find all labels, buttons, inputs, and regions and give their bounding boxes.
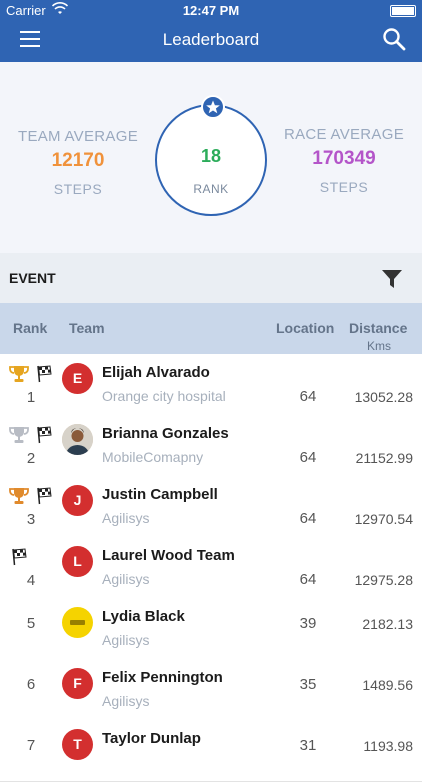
location-value: 35 bbox=[299, 676, 317, 693]
stats-summary: TEAM AVERAGE 12170 STEPS 18 RANK RACE AV… bbox=[0, 62, 422, 253]
team-organization: Agilisys bbox=[102, 571, 150, 587]
avatar-photo bbox=[62, 424, 93, 455]
battery-icon bbox=[390, 5, 416, 17]
silver-trophy-icon bbox=[9, 427, 29, 443]
distance-value: 1489.56 bbox=[362, 677, 413, 693]
location-value: 64 bbox=[299, 388, 317, 405]
clock: 12:47 PM bbox=[182, 3, 240, 18]
table-row[interactable]: 4 L Laurel Wood Team Agilisys 64 12975.2… bbox=[0, 537, 422, 599]
location-column-header: Location bbox=[276, 320, 335, 336]
location-value: 39 bbox=[299, 615, 317, 632]
team-name: Lydia Black bbox=[102, 608, 185, 625]
team-organization: Agilisys bbox=[102, 693, 150, 709]
location-value: 64 bbox=[299, 571, 317, 588]
bronze-trophy-icon bbox=[9, 488, 29, 504]
rank-label: RANK bbox=[193, 182, 229, 196]
distance-value: 21152.99 bbox=[355, 450, 413, 466]
team-average-unit: STEPS bbox=[53, 181, 103, 197]
distance-value: 13052.28 bbox=[354, 389, 413, 405]
table-row[interactable]: 1 E Elijah Alvarado Orange city hospital… bbox=[0, 354, 422, 416]
distance-value: 12970.54 bbox=[354, 511, 413, 527]
row-rank: 2 bbox=[26, 450, 36, 467]
row-rank: 1 bbox=[26, 389, 36, 406]
team-organization: MobileComapny bbox=[102, 449, 204, 465]
team-column-header: Team bbox=[69, 320, 105, 336]
team-average-stat: TEAM AVERAGE 12170 STEPS bbox=[8, 128, 148, 197]
distance-value: 2182.13 bbox=[362, 616, 413, 632]
table-row[interactable]: 2 Brianna Gonzales MobileComapny 64 2115… bbox=[0, 415, 422, 477]
row-rank: 6 bbox=[26, 676, 36, 693]
checkered-flag-icon bbox=[37, 487, 52, 505]
checkered-flag-icon bbox=[37, 426, 52, 444]
distance-unit-label: Kms bbox=[367, 339, 391, 353]
table-header: Rank Team Location Distance Kms bbox=[0, 303, 422, 354]
nav-bar: Leaderboard bbox=[0, 20, 422, 62]
team-name: Elijah Alvarado bbox=[102, 364, 210, 381]
team-average-value: 12170 bbox=[51, 150, 105, 171]
avatar: J bbox=[62, 485, 93, 516]
race-average-unit: STEPS bbox=[319, 179, 369, 195]
rank-circle: 18 RANK bbox=[155, 95, 267, 216]
team-organization: Orange city hospital bbox=[102, 388, 226, 404]
avatar-logo bbox=[62, 607, 93, 638]
avatar: E bbox=[62, 363, 93, 394]
row-rank: 7 bbox=[26, 737, 36, 754]
row-rank: 3 bbox=[26, 511, 36, 528]
checkered-flag-icon bbox=[37, 365, 52, 383]
star-badge-icon bbox=[201, 95, 225, 119]
page-title: Leaderboard bbox=[162, 30, 260, 49]
team-name: Justin Campbell bbox=[102, 486, 218, 503]
distance-value: 1193.98 bbox=[363, 738, 413, 754]
team-average-label: TEAM AVERAGE bbox=[17, 128, 139, 145]
location-value: 31 bbox=[299, 737, 317, 754]
event-bar: EVENT bbox=[0, 253, 422, 303]
table-row[interactable]: 5 Lydia Black Agilisys 39 2182.13 bbox=[0, 598, 422, 660]
checkered-flag-icon bbox=[12, 548, 27, 566]
race-average-value: 170349 bbox=[312, 148, 376, 169]
table-row[interactable]: 3 J Justin Campbell Agilisys 64 12970.54 bbox=[0, 476, 422, 538]
team-name: Felix Pennington bbox=[102, 669, 223, 686]
status-bar: Carrier 12:47 PM bbox=[0, 0, 422, 20]
team-name: Taylor Dunlap bbox=[102, 730, 201, 747]
team-name: Brianna Gonzales bbox=[102, 425, 229, 442]
avatar: T bbox=[62, 729, 93, 760]
distance-value: 12975.28 bbox=[354, 572, 413, 588]
team-name: Laurel Wood Team bbox=[102, 547, 235, 564]
gold-trophy-icon bbox=[9, 366, 29, 382]
event-label: EVENT bbox=[9, 270, 56, 286]
search-icon[interactable] bbox=[382, 27, 406, 51]
location-value: 64 bbox=[299, 510, 317, 527]
row-rank: 5 bbox=[26, 615, 36, 632]
rank-column-header: Rank bbox=[13, 320, 48, 336]
row-rank: 4 bbox=[26, 572, 36, 589]
location-value: 64 bbox=[299, 449, 317, 466]
race-average-label: RACE AVERAGE bbox=[283, 126, 405, 143]
distance-column-header: Distance bbox=[349, 320, 408, 336]
race-average-stat: RACE AVERAGE 170349 STEPS bbox=[274, 126, 414, 195]
avatar: L bbox=[62, 546, 93, 577]
avatar: F bbox=[62, 668, 93, 699]
table-row[interactable]: 6 F Felix Pennington Agilisys 35 1489.56 bbox=[0, 659, 422, 721]
team-organization: Agilisys bbox=[102, 510, 150, 526]
rank-value: 18 bbox=[200, 146, 222, 166]
table-row[interactable]: 7 T Taylor Dunlap 31 1193.98 bbox=[0, 720, 422, 782]
filter-icon[interactable] bbox=[381, 268, 403, 290]
team-organization: Agilisys bbox=[102, 632, 150, 648]
